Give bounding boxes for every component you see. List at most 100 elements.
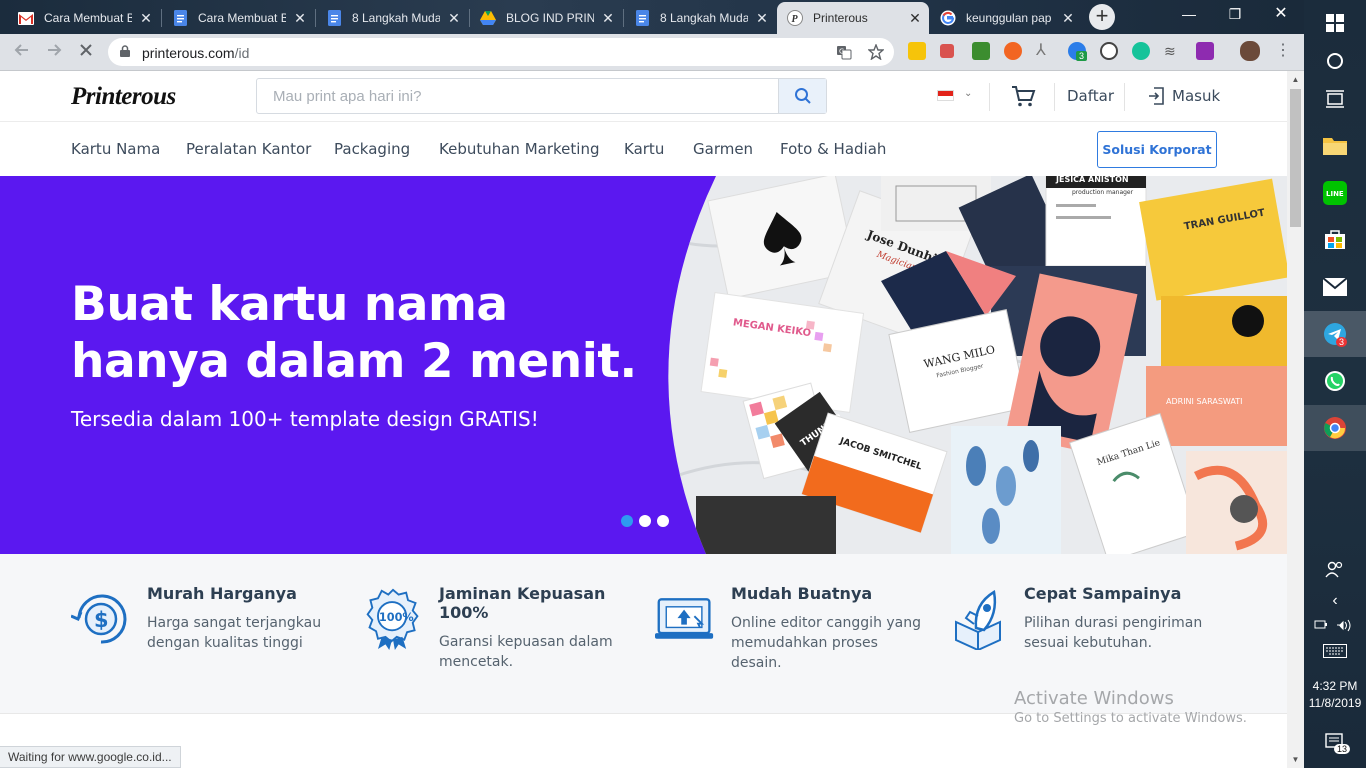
- nav-item-foto-hadiah[interactable]: Foto & Hadiah: [780, 140, 886, 158]
- lock-icon: [120, 45, 130, 57]
- minimize-button[interactable]: —: [1166, 0, 1212, 30]
- line-app-button[interactable]: LINE: [1304, 170, 1366, 216]
- chrome-button[interactable]: [1304, 405, 1366, 451]
- extension-icon[interactable]: ≋: [1164, 42, 1182, 60]
- store-button[interactable]: [1304, 216, 1366, 262]
- login-link[interactable]: Masuk: [1148, 87, 1220, 105]
- nav-item-kebutuhan-marketing[interactable]: Kebutuhan Marketing: [439, 140, 599, 158]
- kebab-menu-icon[interactable]: ⋮: [1274, 42, 1292, 60]
- task-view-button[interactable]: [1304, 76, 1366, 122]
- tab-strip: Cara Membuat B ✕ Cara Membuat B ✕ 8 Lang…: [0, 0, 1304, 34]
- close-icon[interactable]: ✕: [754, 10, 770, 26]
- close-icon[interactable]: ✕: [138, 10, 154, 26]
- site-logo[interactable]: Printerous: [71, 83, 176, 111]
- hero-banner[interactable]: Jose Dunhill Magician JESICA ANISTON pro…: [0, 176, 1287, 554]
- browser-tab-active[interactable]: P Printerous ✕: [777, 2, 929, 34]
- touch-keyboard-button[interactable]: [1304, 628, 1366, 674]
- category-nav: Kartu Nama Peralatan Kantor Packaging Ke…: [0, 122, 1287, 176]
- extension-icon[interactable]: [972, 42, 990, 60]
- nav-item-peralatan-kantor[interactable]: Peralatan Kantor: [186, 140, 311, 158]
- extension-icon[interactable]: ⅄: [1036, 42, 1054, 60]
- browser-tab-3[interactable]: 8 Langkah Muda ✕: [316, 2, 468, 34]
- close-icon[interactable]: ✕: [446, 10, 462, 26]
- feature-desc: Online editor canggih yang memudahkan pr…: [731, 615, 922, 671]
- close-icon: [80, 44, 92, 56]
- line-icon: LINE: [1323, 181, 1347, 205]
- close-icon[interactable]: ✕: [1060, 10, 1076, 26]
- hero-title-line-2: hanya dalam 2 menit.: [71, 334, 637, 389]
- page-scrollbar[interactable]: ▲ ▼: [1287, 71, 1304, 768]
- cortana-icon: [1327, 53, 1343, 69]
- scrollbar-thumb[interactable]: [1290, 89, 1301, 227]
- address-bar[interactable]: printerous.com/id G: [108, 38, 894, 66]
- svg-text:G: G: [839, 48, 844, 56]
- search-button[interactable]: [778, 79, 826, 113]
- scroll-down-arrow[interactable]: ▼: [1287, 751, 1304, 768]
- badge-count: 3: [1076, 51, 1088, 61]
- browser-tab-4[interactable]: BLOG IND PRINT ✕: [470, 2, 622, 34]
- telegram-button[interactable]: 3: [1304, 311, 1366, 357]
- close-icon[interactable]: ✕: [907, 10, 923, 26]
- nav-item-kartu[interactable]: Kartu: [624, 140, 664, 158]
- indonesia-flag-icon[interactable]: [937, 90, 954, 101]
- nav-item-packaging[interactable]: Packaging: [334, 140, 410, 158]
- new-tab-button[interactable]: +: [1089, 4, 1115, 30]
- close-icon[interactable]: ✕: [600, 10, 616, 26]
- carousel-dot-1[interactable]: [621, 515, 633, 527]
- card-role-jesica: production manager: [1072, 189, 1134, 196]
- satisfaction-badge-icon: 100%: [366, 588, 419, 650]
- browser-tab-1[interactable]: Cara Membuat B ✕: [8, 2, 160, 34]
- hero-title-line-1: Buat kartu nama: [71, 277, 508, 332]
- gmail-icon: [18, 10, 34, 26]
- close-icon[interactable]: ✕: [292, 10, 308, 26]
- browser-tab-7[interactable]: keunggulan pap ✕: [930, 2, 1082, 34]
- online-editor-icon: [655, 598, 714, 639]
- arrow-left-icon: [14, 44, 28, 56]
- extension-icon[interactable]: [940, 44, 954, 58]
- system-clock[interactable]: 4:32 PM 11/8/2019: [1304, 678, 1366, 712]
- browser-tab-2[interactable]: Cara Membuat B ✕: [162, 2, 314, 34]
- back-button[interactable]: [10, 41, 34, 65]
- whatsapp-button[interactable]: [1304, 358, 1366, 404]
- translate-icon[interactable]: G: [836, 44, 852, 60]
- carousel-dot-2[interactable]: [639, 515, 651, 527]
- task-view-icon: [1326, 90, 1344, 108]
- forward-button[interactable]: [42, 41, 66, 65]
- carousel-dot-3[interactable]: [657, 515, 669, 527]
- tab-title: keunggulan pap: [966, 11, 1052, 25]
- mail-icon: [1323, 278, 1347, 296]
- clock-date: 11/8/2019: [1308, 696, 1362, 710]
- printerous-icon: P: [787, 10, 803, 26]
- extension-icon[interactable]: [1004, 42, 1022, 60]
- search-icon: [794, 88, 811, 104]
- chevron-down-icon[interactable]: ⌄: [964, 88, 972, 99]
- star-icon[interactable]: [868, 44, 884, 60]
- docs-icon: [172, 10, 188, 26]
- docs-icon: [634, 10, 650, 26]
- search-extension-icon[interactable]: [1100, 42, 1118, 60]
- browser-tab-5[interactable]: 8 Langkah Muda ✕: [624, 2, 776, 34]
- avatar[interactable]: [1240, 41, 1260, 61]
- register-link[interactable]: Daftar: [1067, 87, 1114, 105]
- nav-item-garmen[interactable]: Garmen: [693, 140, 753, 158]
- extension-icon[interactable]: [1196, 42, 1214, 60]
- restore-button[interactable]: ❐: [1212, 0, 1258, 30]
- business-cards-image: Jose Dunhill Magician JESICA ANISTON pro…: [668, 176, 1287, 554]
- corporate-solution-button[interactable]: Solusi Korporat: [1097, 131, 1217, 168]
- card-name-adrini: ADRINI SARASWATI: [1166, 397, 1243, 406]
- grammarly-icon[interactable]: [1132, 42, 1150, 60]
- cart-icon[interactable]: [1010, 83, 1036, 109]
- nav-item-kartu-nama[interactable]: Kartu Nama: [71, 140, 160, 158]
- action-center-button[interactable]: 13: [1304, 720, 1366, 766]
- file-explorer-button[interactable]: [1304, 122, 1366, 168]
- watermark-title: Activate Windows: [1014, 688, 1174, 709]
- stop-loading-button[interactable]: [74, 41, 98, 65]
- vidiq-extension-icon[interactable]: [908, 42, 926, 60]
- svg-text:$: $: [94, 608, 109, 632]
- tab-title: BLOG IND PRINT: [506, 11, 594, 25]
- extension-icon[interactable]: 3: [1068, 42, 1088, 61]
- search-input[interactable]: [257, 79, 779, 113]
- scroll-up-arrow[interactable]: ▲: [1287, 71, 1304, 88]
- close-window-button[interactable]: ✕: [1258, 0, 1304, 30]
- mail-button[interactable]: [1304, 264, 1366, 310]
